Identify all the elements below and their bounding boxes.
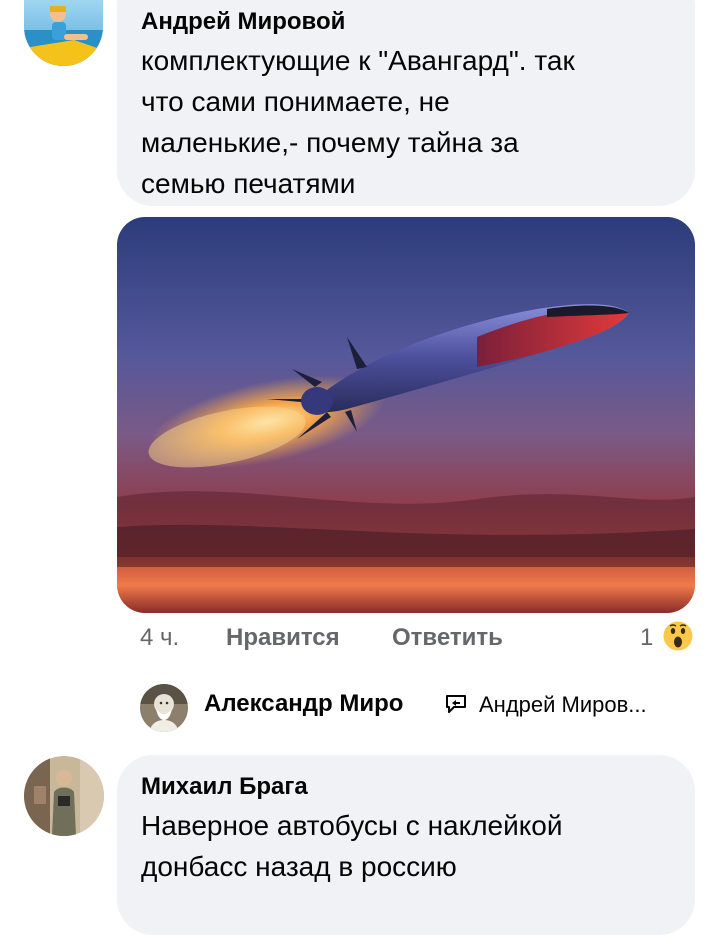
avatar-beach-image	[24, 0, 103, 66]
comment-author[interactable]: Михаил Брага	[141, 773, 308, 801]
comment-author[interactable]: Андрей Мировой	[141, 8, 345, 36]
avatar-elder-image	[140, 684, 188, 732]
reply-preview[interactable]: Александр Миро	[204, 690, 403, 718]
reply-author[interactable]: Александр Миро	[204, 690, 403, 717]
comment-line: что сами понимаете, не	[141, 86, 450, 117]
comment-bubble-mikhail[interactable]: Михаил Брага Наверное автобусы с наклейк…	[117, 755, 695, 935]
comment-text: комплектующие к "Авангард". так что сами…	[141, 40, 575, 204]
reply-to[interactable]: Андрей Миров...	[479, 692, 647, 718]
comment-photo[interactable]	[117, 217, 695, 613]
comment-line: Наверное автобусы с наклейкой	[141, 810, 563, 841]
comment-text: Наверное автобусы с наклейкой донбасс на…	[141, 805, 563, 887]
comment-line: семью печатями	[141, 168, 356, 199]
reply-arrow-icon	[444, 694, 468, 714]
avatar-andrey[interactable]	[24, 0, 103, 66]
missile-image	[117, 217, 695, 613]
avatar-mikhail[interactable]	[24, 756, 104, 836]
comment-line: донбасс назад в россию	[141, 851, 457, 882]
avatar-aleksandr[interactable]	[140, 684, 188, 732]
comment-line: комплектующие к "Авангард". так	[141, 45, 575, 76]
comment-bubble-andrey[interactable]: Андрей Мировой комплектующие к "Авангард…	[117, 0, 695, 206]
comment-time[interactable]: 4 ч.	[140, 624, 179, 652]
wow-emoji-icon[interactable]	[662, 620, 694, 652]
like-button[interactable]: Нравится	[226, 624, 340, 652]
comment-line: маленькие,- почему тайна за	[141, 127, 519, 158]
avatar-man-image	[24, 756, 104, 836]
reply-button[interactable]: Ответить	[392, 624, 503, 652]
reaction-count[interactable]: 1	[640, 624, 653, 652]
